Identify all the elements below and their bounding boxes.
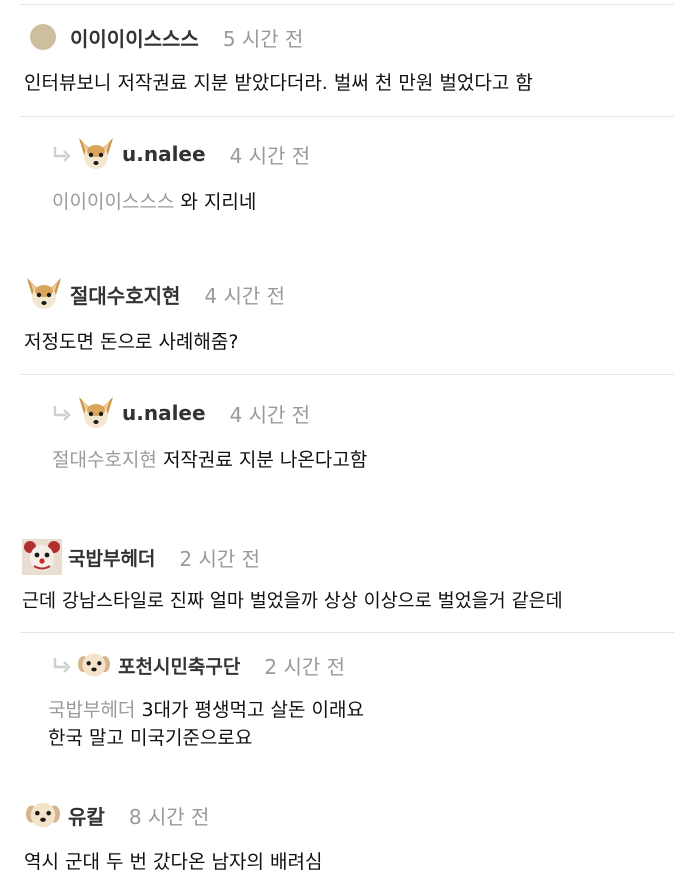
top-divider xyxy=(20,4,674,5)
reply-arrow-icon xyxy=(52,146,72,162)
comment-text: 저정도면 돈으로 사례해줌? xyxy=(24,331,239,353)
comment-text: 국밥부헤더 3대가 평생먹고 살돈 이래요 한국 말고 미국기준으로요 xyxy=(48,696,364,752)
comment-text: 역시 군대 두 번 갔다온 남자의 배려심 xyxy=(24,851,323,873)
reply-arrow-icon xyxy=(52,657,72,673)
comment-header: u.nalee 4 시간 전 xyxy=(52,136,310,172)
comment-author[interactable]: 국밥부헤더 xyxy=(68,544,155,571)
comment-author[interactable]: 이이이이스스스 xyxy=(70,23,199,52)
comment-author[interactable]: u.nalee xyxy=(122,142,206,166)
comment-text-line2: 한국 말고 미국기준으로요 xyxy=(48,727,253,749)
comment-divider xyxy=(20,116,674,117)
comment-time: 4 시간 전 xyxy=(229,402,311,427)
comment-time: 5 시간 전 xyxy=(222,26,304,51)
comment-author[interactable]: 절대수호지현 xyxy=(70,280,180,309)
comment-text: 인터뷰보니 저작권료 지분 받았다더라. 벌써 천 만원 벌었다고 함 xyxy=(24,72,533,94)
comment-text: 절대수호지현 저작권료 지분 나온다고함 xyxy=(52,445,367,475)
comment-header: 이이이이스스스 5 시간 전 xyxy=(28,22,303,52)
comment-divider xyxy=(20,374,674,375)
chihuahua-avatar-icon[interactable] xyxy=(76,395,116,431)
comment-author[interactable]: 유칼 xyxy=(68,801,105,830)
comment-time: 2 시간 전 xyxy=(264,654,346,679)
comment-divider xyxy=(20,632,674,633)
comment-text: 이이이이스스스 와 지리네 xyxy=(52,187,256,217)
comment-time: 2 시간 전 xyxy=(179,546,261,571)
puppy-avatar-icon[interactable] xyxy=(24,798,62,832)
comment-header: 절대수호지현 4 시간 전 xyxy=(24,276,285,312)
comment-text-content: 저작권료 지분 나온다고함 xyxy=(162,449,368,471)
chihuahua-avatar-icon[interactable] xyxy=(24,276,64,312)
mention-link[interactable]: 이이이이스스스 xyxy=(52,191,174,213)
comment-text: 근데 강남스타일로 진짜 얼마 벌었을까 상상 이상으로 벌었을거 같은데 xyxy=(22,591,563,612)
beige-circle-avatar-icon[interactable] xyxy=(28,22,58,52)
reply-arrow-icon xyxy=(52,405,72,421)
comment-text-content: 와 지리네 xyxy=(180,191,257,213)
mention-link[interactable]: 국밥부헤더 xyxy=(48,699,135,721)
mention-link[interactable]: 절대수호지현 xyxy=(52,449,157,471)
chihuahua-avatar-icon[interactable] xyxy=(76,136,116,172)
comment-time: 4 시간 전 xyxy=(229,143,311,168)
puppy-avatar-icon[interactable] xyxy=(76,649,112,681)
comment-header: 포천시민축구단 2 시간 전 xyxy=(52,649,345,681)
comment-time: 8 시간 전 xyxy=(128,804,210,829)
comment-header: 국밥부헤더 2 시간 전 xyxy=(22,539,260,575)
comment-header: u.nalee 4 시간 전 xyxy=(52,395,310,431)
comment-header: 유칼 8 시간 전 xyxy=(24,798,209,832)
clown-avatar-icon[interactable] xyxy=(22,539,62,575)
comment-text-content: 3대가 평생먹고 살돈 이래요 xyxy=(141,699,364,721)
comment-author[interactable]: 포천시민축구단 xyxy=(118,652,240,679)
comment-time: 4 시간 전 xyxy=(204,283,286,308)
comment-author[interactable]: u.nalee xyxy=(122,401,206,425)
